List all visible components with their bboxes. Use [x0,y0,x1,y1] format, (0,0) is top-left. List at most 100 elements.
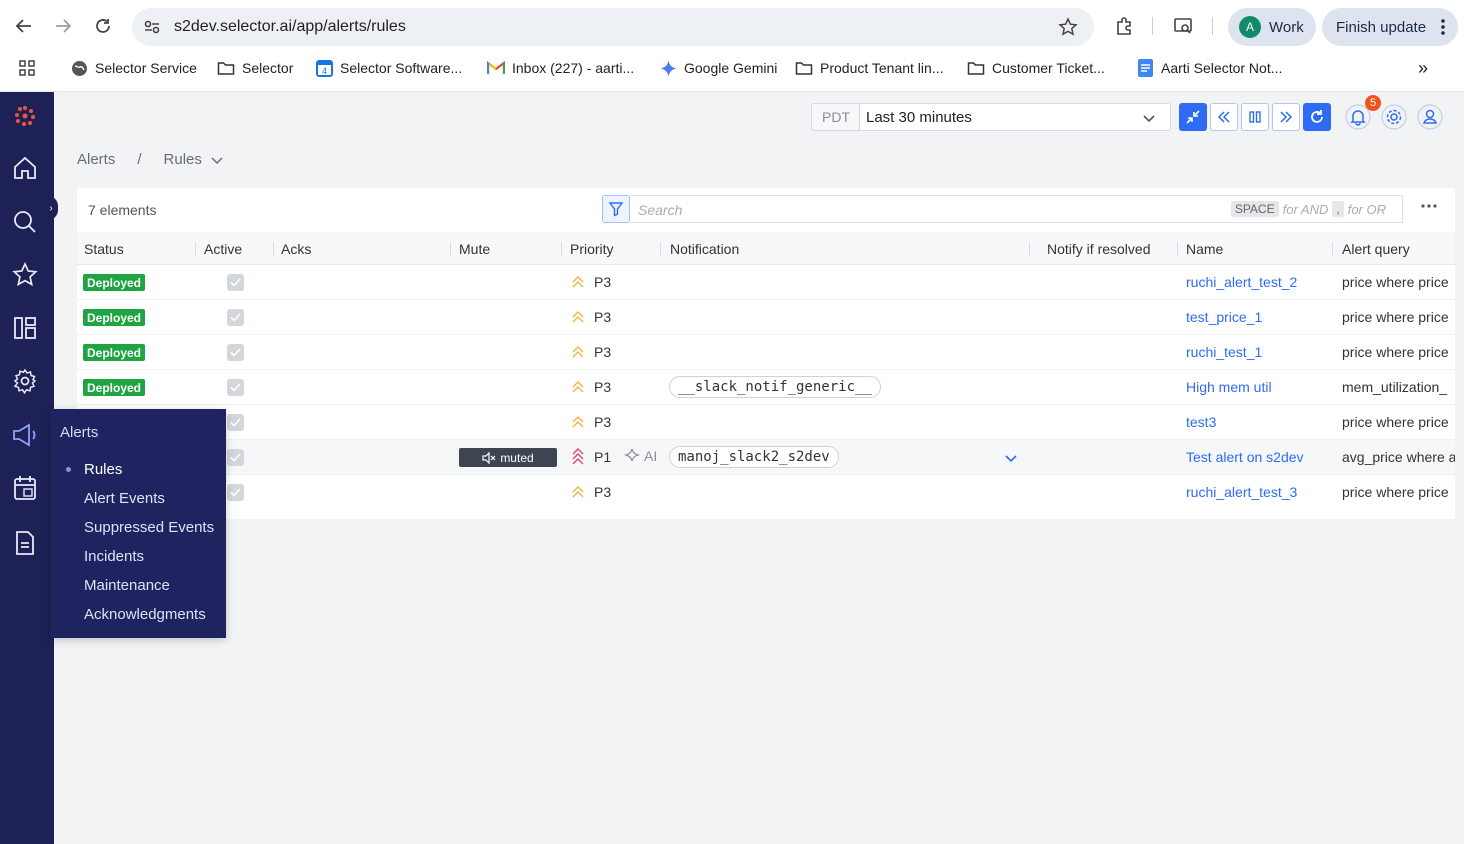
active-checkbox[interactable] [227,379,244,396]
element-count: 7 elements [88,202,157,218]
pause-button[interactable] [1241,103,1269,131]
calendar-report-icon[interactable] [11,474,39,502]
search-input[interactable]: Search SPACE for AND , for OR [630,195,1403,223]
flyout-item-incidents[interactable]: Incidents [84,548,144,565]
sidebar-expand-button[interactable]: › [44,196,58,220]
filter-button[interactable] [602,195,630,223]
active-checkbox[interactable] [227,274,244,291]
step-back-button[interactable] [1210,103,1238,131]
col-resize-handle[interactable] [1332,242,1333,256]
col-priority[interactable]: Priority [570,241,614,257]
alert-query: price where price [1342,414,1449,430]
col-status[interactable]: Status [84,241,124,257]
bookmarks-overflow-button[interactable]: » [1418,58,1428,78]
col-resize-handle[interactable] [195,242,196,256]
search-icon[interactable] [11,208,39,236]
dashboard-icon[interactable] [11,314,39,342]
col-resize-handle[interactable] [660,242,661,256]
col-mute[interactable]: Mute [459,241,490,257]
col-acks[interactable]: Acks [281,241,311,257]
col-alert-query[interactable]: Alert query [1342,241,1410,257]
ai-indicator[interactable]: AI [624,448,657,464]
muted-badge[interactable]: muted [459,448,557,467]
bookmark-google-gemini[interactable]: Google Gemini [659,58,777,78]
time-range-select[interactable]: Last 30 minutes [859,103,1171,131]
chevron-down-icon[interactable] [1004,451,1018,465]
table-row[interactable]: muted P1 AI manoj_slack2_s2dev Test aler… [77,440,1455,475]
settings-gear-icon[interactable] [11,367,39,395]
active-checkbox[interactable] [227,344,244,361]
bookmark-customer-ticket[interactable]: Customer Ticket... [967,58,1105,78]
bookmark-inbox[interactable]: Inbox (227) - aarti... [487,58,634,78]
col-resize-handle[interactable] [273,242,274,256]
toolbar-separator [1152,17,1153,35]
user-profile-icon[interactable] [1416,103,1444,131]
table-row[interactable]: Deployed P3 test_price_1 price where pri… [77,300,1455,335]
rule-name-link[interactable]: High mem util [1186,379,1272,395]
back-button[interactable] [11,13,37,39]
reload-button[interactable] [90,13,116,39]
col-notification[interactable]: Notification [670,241,739,257]
flyout-item-suppressed-events[interactable]: Suppressed Events [84,519,214,536]
col-resize-handle[interactable] [450,242,451,256]
step-forward-button[interactable] [1272,103,1300,131]
settings-icon[interactable] [1380,103,1408,131]
rule-name-link[interactable]: Test alert on s2dev [1186,449,1304,465]
notification-channel-tag[interactable]: manoj_slack2_s2dev [669,446,839,468]
arrow-right-icon [56,19,72,33]
col-name[interactable]: Name [1186,241,1223,257]
table-row[interactable]: Deployed P3 ruchi_alert_test_2 price whe… [77,265,1455,300]
profile-button[interactable]: A Work [1228,8,1316,46]
flyout-item-maintenance[interactable]: Maintenance [84,577,170,594]
col-resize-handle[interactable] [561,242,562,256]
breadcrumb-rules[interactable]: Rules [164,151,202,168]
refresh-button[interactable] [1303,103,1331,131]
active-checkbox[interactable] [227,309,244,326]
flyout-item-rules[interactable]: Rules [84,461,122,478]
finish-update-button[interactable]: Finish update [1322,8,1458,46]
col-notify-resolved[interactable]: Notify if resolved [1047,241,1150,257]
col-resize-handle[interactable] [1029,242,1030,256]
active-checkbox[interactable] [227,414,244,431]
site-info-icon[interactable] [142,17,162,37]
apps-grid-icon[interactable] [18,58,36,78]
more-horizontal-icon[interactable] [1421,198,1437,214]
col-active[interactable]: Active [204,241,242,257]
address-bar[interactable]: s2dev.selector.ai/app/alerts/rules [132,8,1094,46]
rule-name-link[interactable]: ruchi_alert_test_2 [1186,274,1297,290]
bookmark-selector-software[interactable]: 4 Selector Software... [315,58,462,78]
table-row[interactable]: Deployed P3 ruchi_test_1 price where pri… [77,335,1455,370]
active-checkbox[interactable] [227,449,244,466]
forward-button[interactable] [50,13,76,39]
rule-name-link[interactable]: ruchi_test_1 [1186,344,1262,360]
col-resize-handle[interactable] [1177,242,1178,256]
rule-name-link[interactable]: ruchi_alert_test_3 [1186,484,1297,500]
more-vertical-icon[interactable] [1441,18,1445,36]
bookmark-star-icon[interactable] [1058,17,1078,37]
tab-search-icon[interactable] [1170,13,1196,39]
alerts-megaphone-icon[interactable] [11,421,39,449]
flyout-item-alert-events[interactable]: Alert Events [84,490,165,507]
home-icon[interactable] [11,154,39,182]
collapse-time-button[interactable] [1179,103,1207,131]
star-icon[interactable] [11,261,39,289]
bookmark-aarti-notes[interactable]: Aarti Selector Not... [1136,58,1282,78]
rule-name-link[interactable]: test3 [1186,414,1216,430]
calendar-icon: 4 [315,59,333,77]
rule-name-link[interactable]: test_price_1 [1186,309,1262,325]
breadcrumb-alerts[interactable]: Alerts [77,151,115,168]
chevron-down-icon[interactable] [210,153,224,167]
table-row[interactable]: P3 test3 price where price [77,405,1455,440]
active-checkbox[interactable] [227,484,244,501]
notification-channel-tag[interactable]: __slack_notif_generic__ [669,376,881,398]
extensions-icon[interactable] [1111,13,1137,39]
bookmark-selector[interactable]: Selector [217,58,293,78]
priority-low-icon [572,485,584,499]
bookmark-selector-service[interactable]: Selector Service [70,58,197,78]
table-row[interactable]: Deployed P3 __slack_notif_generic__ High… [77,370,1455,405]
selector-logo-icon[interactable] [11,102,39,130]
table-row[interactable]: P3 ruchi_alert_test_3 price where price [77,475,1455,510]
flyout-item-acknowledgments[interactable]: Acknowledgments [84,606,206,623]
bookmark-product-tenant[interactable]: Product Tenant lin... [795,58,943,78]
document-icon[interactable] [11,529,39,557]
